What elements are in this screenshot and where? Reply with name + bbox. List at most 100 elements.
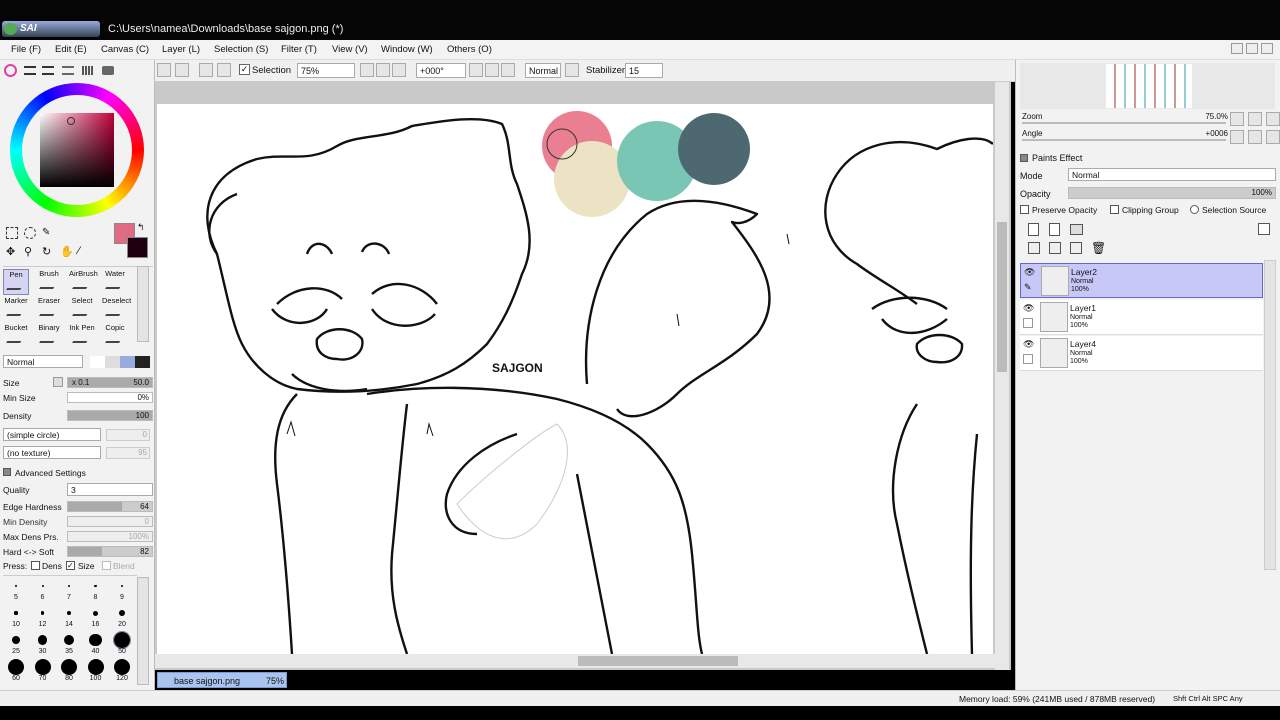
secondary-color-swatch[interactable] bbox=[127, 237, 148, 258]
brush-texture-dropdown[interactable]: (no texture) bbox=[3, 446, 101, 459]
swatch-icon[interactable] bbox=[62, 66, 74, 75]
horizontal-scroll-thumb[interactable] bbox=[578, 656, 738, 666]
brush-blend-mode-dropdown[interactable]: Normal bbox=[3, 355, 83, 368]
brush-size-scrollbar[interactable] bbox=[137, 577, 149, 685]
horizontal-scrollbar[interactable] bbox=[155, 654, 995, 668]
color-wheel-mode-icon[interactable] bbox=[4, 64, 17, 77]
magic-wand-icon[interactable]: ✎ bbox=[42, 227, 54, 239]
nav-zoom-in-icon[interactable] bbox=[1248, 112, 1262, 126]
advanced-settings-header[interactable]: Advanced Settings bbox=[3, 467, 151, 480]
layer-mode-dropdown[interactable]: Normal bbox=[1068, 168, 1276, 181]
drawing-canvas[interactable]: SAJGON bbox=[157, 104, 993, 654]
brush-preset-dot[interactable] bbox=[120, 584, 124, 588]
zoom-reset-icon[interactable] bbox=[392, 63, 406, 77]
new-folder-icon[interactable] bbox=[1070, 224, 1083, 235]
nav-zoom-reset-icon[interactable] bbox=[1266, 112, 1280, 126]
undo-icon[interactable] bbox=[157, 63, 171, 77]
tool-airbrush[interactable]: AirBrush bbox=[69, 269, 98, 295]
brush-preset-dot[interactable] bbox=[118, 609, 126, 617]
brush-preset-dot[interactable] bbox=[114, 659, 130, 675]
brush-preset-dot[interactable] bbox=[34, 659, 51, 675]
new-layer-set-icon[interactable] bbox=[1049, 223, 1060, 236]
brush-preset-dot[interactable] bbox=[67, 584, 71, 588]
brush-preset-dot[interactable] bbox=[94, 584, 97, 588]
brush-preset-dot[interactable] bbox=[15, 585, 17, 587]
tool-deselect[interactable]: Deselect bbox=[102, 296, 131, 322]
density-slider[interactable]: 100 bbox=[67, 410, 153, 421]
tool-binary[interactable]: Binary bbox=[36, 323, 62, 349]
vertical-scroll-thumb[interactable] bbox=[997, 222, 1007, 372]
menu-canvas[interactable]: Canvas (C) bbox=[101, 44, 149, 55]
brush-preset-dot[interactable] bbox=[14, 611, 18, 615]
brush-preset-dot[interactable] bbox=[40, 611, 45, 615]
menu-layer[interactable]: Layer (L) bbox=[162, 44, 200, 55]
rotate-left-icon[interactable] bbox=[469, 63, 483, 77]
navigator-preview[interactable] bbox=[1020, 63, 1275, 109]
rgb-slider-icon[interactable] bbox=[24, 66, 36, 75]
rotate-right-icon[interactable] bbox=[485, 63, 499, 77]
tool-pen[interactable]: Pen bbox=[3, 269, 29, 295]
redo-icon[interactable] bbox=[175, 63, 189, 77]
size-multiplier-icon[interactable] bbox=[53, 377, 63, 387]
size-slider[interactable]: x 0.1 50.0 bbox=[67, 377, 153, 388]
brush-preset-dot[interactable] bbox=[93, 610, 98, 616]
eye-icon[interactable]: 👁 bbox=[1023, 339, 1034, 350]
menu-filter[interactable]: Filter (T) bbox=[281, 44, 317, 55]
new-layer-icon[interactable] bbox=[1028, 223, 1039, 236]
tool-brush[interactable]: Brush bbox=[36, 269, 62, 295]
lock-box-icon[interactable] bbox=[1023, 354, 1033, 364]
zoom-out-icon[interactable] bbox=[360, 63, 374, 77]
tool-bucket[interactable]: Bucket bbox=[3, 323, 29, 349]
layers-scrollbar[interactable] bbox=[1264, 260, 1276, 570]
texture-strength[interactable]: 95 bbox=[106, 447, 150, 459]
maximize-icon[interactable] bbox=[1246, 43, 1258, 54]
max-dens-slider[interactable]: 100% bbox=[67, 531, 153, 542]
lasso-icon[interactable] bbox=[24, 227, 36, 239]
edge-hardness-slider[interactable]: 64 bbox=[67, 501, 153, 512]
brush-preset-dot[interactable] bbox=[63, 634, 75, 646]
min-density-slider[interactable]: 0 bbox=[67, 516, 153, 527]
eye-icon[interactable]: 👁 bbox=[1024, 267, 1035, 278]
flip-icon[interactable] bbox=[565, 63, 579, 77]
blend-mode-field[interactable]: Normal bbox=[525, 63, 561, 78]
dens-checkbox[interactable] bbox=[31, 561, 40, 570]
menu-view[interactable]: View (V) bbox=[332, 44, 368, 55]
tool-select[interactable]: Select bbox=[69, 296, 95, 322]
preserve-opacity-checkbox[interactable] bbox=[1020, 205, 1029, 214]
layer-item-layer1[interactable]: 👁 Layer1 Normal 100% bbox=[1020, 300, 1263, 335]
collapse-paints-icon[interactable] bbox=[1020, 154, 1028, 162]
layer-item-layer4[interactable]: 👁 Layer4 Normal 100% bbox=[1020, 336, 1263, 371]
invert-selection-icon[interactable] bbox=[217, 63, 231, 77]
trash-icon[interactable]: 🗑 bbox=[1091, 241, 1106, 255]
palette-icon[interactable] bbox=[102, 66, 114, 75]
selection-source-radio[interactable] bbox=[1190, 205, 1199, 214]
layer-mask-icon[interactable] bbox=[1258, 223, 1270, 235]
transfer-down-icon[interactable] bbox=[1028, 242, 1040, 254]
tool-water[interactable]: Water bbox=[102, 269, 128, 295]
close-icon[interactable] bbox=[1261, 43, 1273, 54]
zoom-field[interactable]: 75% bbox=[297, 63, 355, 78]
hard-soft-slider[interactable]: 82 bbox=[67, 546, 153, 557]
rect-select-icon[interactable] bbox=[6, 227, 18, 239]
tool-marker[interactable]: Marker bbox=[3, 296, 29, 322]
blend-checkbox[interactable] bbox=[102, 561, 111, 570]
minimize-icon[interactable] bbox=[1231, 43, 1243, 54]
color-picker-cursor[interactable] bbox=[67, 117, 75, 125]
tool-grid-scrollbar[interactable] bbox=[137, 266, 149, 342]
brush-preset-dot[interactable] bbox=[12, 636, 20, 644]
layer-item-layer2[interactable]: 👁 ✎ Layer2 Normal 100% bbox=[1020, 263, 1263, 298]
angle-field[interactable]: +000° bbox=[416, 63, 466, 78]
brush-tip-shapes[interactable] bbox=[90, 356, 150, 368]
menu-edit[interactable]: Edit (E) bbox=[55, 44, 87, 55]
merge-down-icon[interactable] bbox=[1049, 242, 1061, 254]
move-icon[interactable]: ✥ bbox=[6, 245, 18, 258]
saturation-value-square[interactable] bbox=[40, 113, 114, 187]
tool-eraser[interactable]: Eraser bbox=[36, 296, 62, 322]
menu-selection[interactable]: Selection (S) bbox=[214, 44, 268, 55]
nav-zoom-slider[interactable] bbox=[1022, 122, 1226, 124]
collapse-icon[interactable] bbox=[3, 468, 11, 476]
clear-layer-icon[interactable] bbox=[1070, 242, 1082, 254]
opacity-slider[interactable]: 100% bbox=[1068, 187, 1276, 199]
nav-zoom-out-icon[interactable] bbox=[1230, 112, 1244, 126]
eyedropper-icon[interactable]: ⁄ bbox=[78, 245, 90, 257]
